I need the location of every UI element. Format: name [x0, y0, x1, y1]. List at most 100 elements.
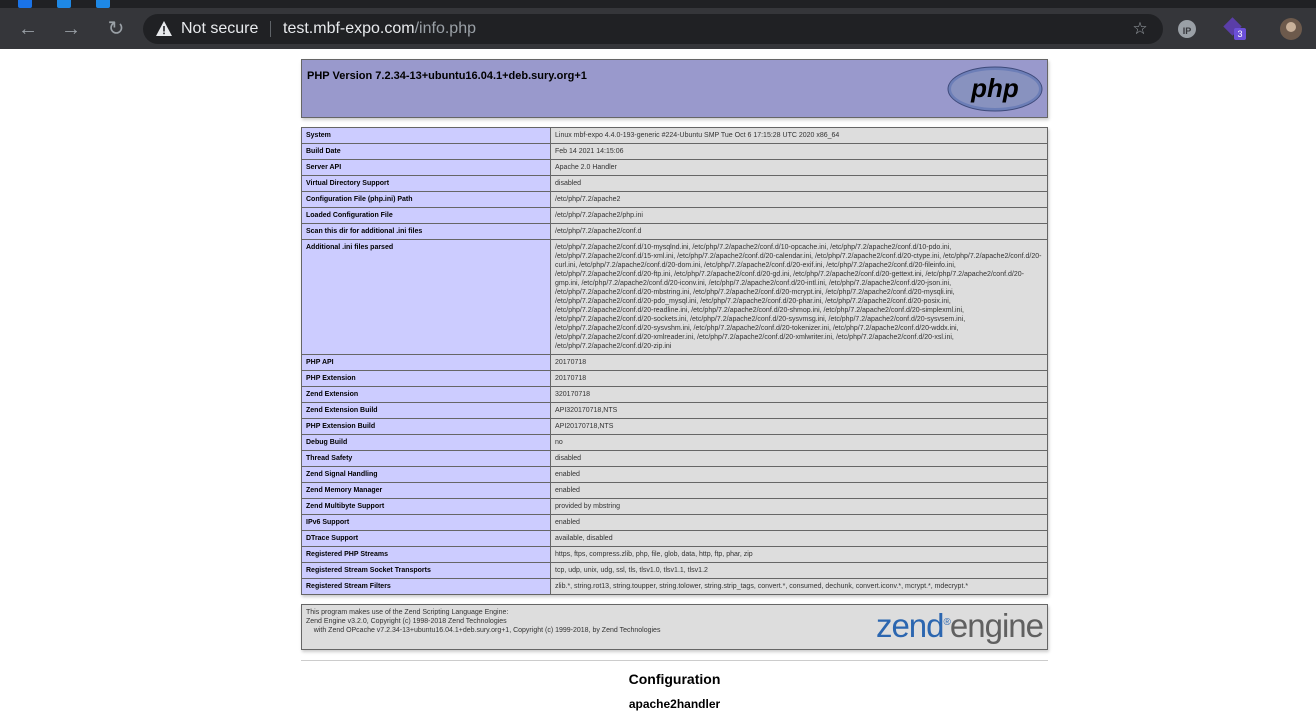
- row-value: Apache 2.0 Handler: [550, 159, 1048, 176]
- url-path: /info.php: [414, 20, 476, 37]
- browser-toolbar: ← → ↻ Not secure test.mbf-expo.com/info.…: [0, 8, 1316, 49]
- row-value: API320170718,NTS: [550, 402, 1048, 419]
- row-key: DTrace Support: [301, 530, 551, 547]
- table-row: Registered Stream Filters zlib.*, string.…: [301, 578, 1048, 595]
- forward-icon[interactable]: →: [58, 16, 84, 42]
- row-value: /etc/php/7.2/apache2/conf.d: [550, 223, 1048, 240]
- row-key: System: [301, 127, 551, 144]
- extension-icon[interactable]: 3: [1223, 17, 1246, 40]
- row-key: PHP Extension Build: [301, 418, 551, 435]
- row-key: Zend Extension Build: [301, 402, 551, 419]
- zend-logo-engine: engine: [949, 607, 1044, 644]
- table-row: Zend Extension 320170718: [301, 386, 1048, 403]
- tab-favicon[interactable]: [96, 0, 110, 8]
- php-version-title: PHP Version 7.2.34-13+ubuntu16.04.1+deb.…: [307, 70, 587, 82]
- row-value: provided by mbstring: [550, 498, 1048, 515]
- zend-logo-part: zend: [875, 607, 945, 644]
- table-row: PHP Extension 20170718: [301, 370, 1048, 387]
- table-row: IPv6 Support enabled: [301, 514, 1048, 531]
- row-value: 320170718: [550, 386, 1048, 403]
- table-row: Virtual Directory Support disabled: [301, 175, 1048, 192]
- table-row: Loaded Configuration File/etc/php/7.2/ap…: [301, 207, 1048, 224]
- row-key: Zend Signal Handling: [301, 466, 551, 483]
- row-value: Linux mbf-expo 4.4.0-193-generic #224-Ub…: [550, 127, 1048, 144]
- security-label[interactable]: Not secure: [181, 20, 258, 38]
- table-row: Server API Apache 2.0 Handler: [301, 159, 1048, 176]
- row-value: no: [550, 434, 1048, 451]
- url-text[interactable]: test.mbf-expo.com/info.php: [283, 20, 476, 38]
- table-row: Thread Safety disabled: [301, 450, 1048, 467]
- php-logo-icon[interactable]: php: [947, 66, 1043, 112]
- module-heading: apache2handler: [628, 697, 721, 711]
- row-key: Additional .ini files parsed: [301, 239, 551, 355]
- table-row: Configuration File (php.ini) Path/etc/ph…: [301, 191, 1048, 208]
- row-value: disabled: [550, 450, 1048, 467]
- table-row: Zend Extension Build API320170718,NTS: [301, 402, 1048, 419]
- divider: [301, 660, 1048, 661]
- row-key: Scan this dir for additional .ini files: [301, 223, 551, 240]
- row-key: Registered Stream Filters: [301, 578, 551, 595]
- table-row: PHP API 20170718: [301, 354, 1048, 371]
- row-key: IPv6 Support: [301, 514, 551, 531]
- php-info-table: System Linux mbf-expo 4.4.0-193-generic #…: [301, 127, 1048, 595]
- url-host: test.mbf-expo.com: [283, 20, 415, 37]
- ip-extension-icon[interactable]: IP: [1178, 20, 1196, 38]
- divider: [270, 21, 271, 37]
- reload-icon[interactable]: ↻: [103, 16, 129, 42]
- row-value: API20170718,NTS: [550, 418, 1048, 435]
- table-row: Zend Multibyte Support provided by mbstri…: [301, 498, 1048, 515]
- row-value: Feb 14 2021 14:15:06: [550, 143, 1048, 160]
- row-value: disabled: [550, 175, 1048, 192]
- table-row: Debug Build no: [301, 434, 1048, 451]
- row-key: Debug Build: [301, 434, 551, 451]
- zend-engine-text: This program makes use of the Zend Scrip…: [306, 609, 661, 634]
- table-row: Scan this dir for additional .ini files /…: [301, 223, 1048, 240]
- table-row: Zend Signal Handling enabled: [301, 466, 1048, 483]
- phpinfo-container: PHP Version 7.2.34-13+ubuntu16.04.1+deb.…: [301, 59, 1048, 650]
- tab-favicon[interactable]: [18, 0, 32, 8]
- row-value: enabled: [550, 466, 1048, 483]
- php-logo-text: php: [970, 73, 1019, 103]
- row-key: Thread Safety: [301, 450, 551, 467]
- tab-strip: [0, 0, 1316, 8]
- php-version-header: PHP Version 7.2.34-13+ubuntu16.04.1+deb.…: [301, 59, 1048, 118]
- row-key: Zend Extension: [301, 386, 551, 403]
- tab-favicon[interactable]: [57, 0, 71, 8]
- row-value: tcp, udp, unix, udg, ssl, tls, tlsv1.0, …: [550, 562, 1048, 579]
- row-key: Zend Multibyte Support: [301, 498, 551, 515]
- table-row: Additional .ini files parsed/etc/php/7.2…: [301, 239, 1048, 355]
- configuration-heading: Configuration: [628, 671, 721, 687]
- table-row: Build Date Feb 14 2021 14:15:06: [301, 143, 1048, 160]
- table-row: DTrace Support available, disabled: [301, 530, 1048, 547]
- zend-engine-box: This program makes use of the Zend Scrip…: [301, 604, 1048, 650]
- row-key: PHP API: [301, 354, 551, 371]
- row-key: Registered PHP Streams: [301, 546, 551, 563]
- address-bar[interactable]: Not secure test.mbf-expo.com/info.php ☆: [143, 14, 1163, 44]
- profile-avatar[interactable]: [1280, 18, 1302, 40]
- table-row: Zend Memory Manager enabled: [301, 482, 1048, 499]
- row-value: enabled: [550, 482, 1048, 499]
- table-row: Registered PHP Streams https, ftps, compr…: [301, 546, 1048, 563]
- row-value: zlib.*, string.rot13, string.toupper, st…: [550, 578, 1048, 595]
- row-value: /etc/php/7.2/apache2: [550, 191, 1048, 208]
- row-value: 20170718: [550, 354, 1048, 371]
- extension-badge: 3: [1234, 28, 1246, 40]
- row-key: Build Date: [301, 143, 551, 160]
- row-key: Configuration File (php.ini) Path: [301, 191, 551, 208]
- back-icon[interactable]: ←: [15, 16, 41, 42]
- warning-icon[interactable]: [155, 20, 173, 38]
- row-key: Virtual Directory Support: [301, 175, 551, 192]
- row-value: /etc/php/7.2/apache2/php.ini: [550, 207, 1048, 224]
- row-key: Loaded Configuration File: [301, 207, 551, 224]
- bookmark-star-icon[interactable]: ☆: [1131, 20, 1149, 38]
- row-key: PHP Extension: [301, 370, 551, 387]
- row-value: available, disabled: [550, 530, 1048, 547]
- table-row: PHP Extension Build API20170718,NTS: [301, 418, 1048, 435]
- row-value: enabled: [550, 514, 1048, 531]
- row-value: https, ftps, compress.zlib, php, file, g…: [550, 546, 1048, 563]
- row-key: Server API: [301, 159, 551, 176]
- row-key: Registered Stream Socket Transports: [301, 562, 551, 579]
- row-key: Zend Memory Manager: [301, 482, 551, 499]
- row-value: /etc/php/7.2/apache2/conf.d/10-mysqlnd.i…: [550, 239, 1048, 355]
- zend-logo-icon[interactable]: zend®engine: [875, 607, 1044, 645]
